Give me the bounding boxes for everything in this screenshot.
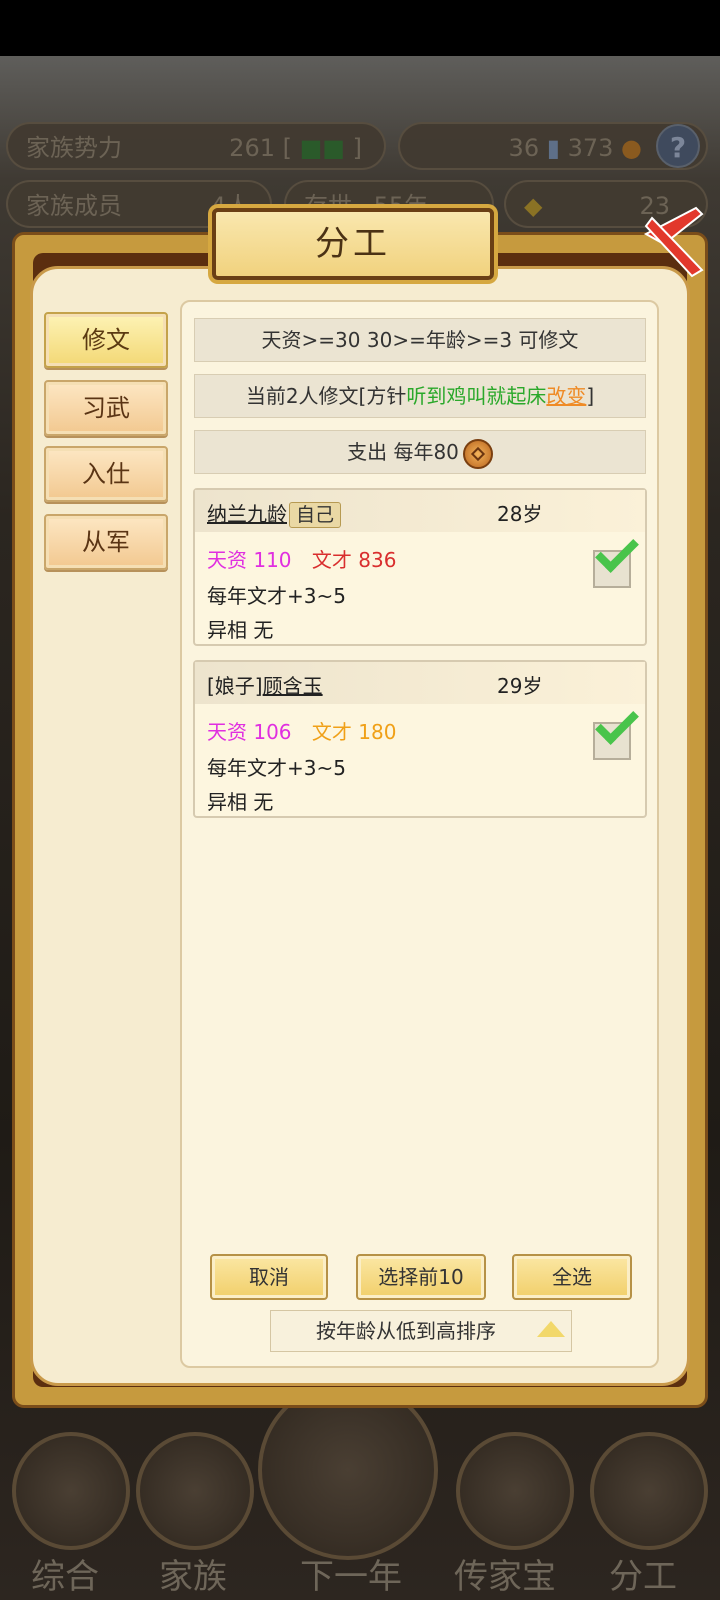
- cancel-button[interactable]: 取消: [210, 1254, 328, 1300]
- check-icon: [595, 701, 639, 745]
- stat-row: 天资 110 文才 836: [207, 544, 396, 573]
- nav-label-assign[interactable]: 分工: [578, 1549, 708, 1598]
- member-name-text[interactable]: 顾含玉: [263, 674, 323, 698]
- member-name-text[interactable]: 纳兰九龄: [207, 502, 287, 526]
- stat-row: 天资 106 文才 180: [207, 716, 396, 745]
- power-value: 261 [ ■■ ]: [229, 134, 362, 162]
- check-icon: [595, 529, 639, 573]
- nav-label-general[interactable]: 综合: [0, 1549, 130, 1598]
- talent-label: 天资: [207, 548, 247, 572]
- tab-rushi[interactable]: 入仕: [44, 446, 168, 502]
- sort-toggle[interactable]: 按年龄从低到高排序: [270, 1310, 572, 1352]
- close-x-icon[interactable]: [642, 204, 706, 278]
- current-policy-bar: 当前2人修文[方针听到鸡叫就起床改变]: [194, 374, 646, 418]
- power-bar: 家族势力 261 [ ■■ ]: [6, 122, 386, 170]
- trait: 异相 无: [207, 618, 274, 642]
- tab-congjun[interactable]: 从军: [44, 514, 168, 570]
- bottom-nav: 综合 家族 下一年 传家宝 分工: [0, 1380, 720, 1600]
- nav-label-next-year[interactable]: 下一年: [276, 1549, 426, 1598]
- coin-icon: [462, 438, 493, 469]
- lit-label: 文才: [311, 548, 352, 572]
- tab-label: 习武: [82, 394, 130, 422]
- talent-label: 天资: [207, 720, 247, 744]
- select-top10-button[interactable]: 选择前10: [356, 1254, 486, 1300]
- tab-label: 入仕: [82, 460, 130, 488]
- nav-scroll-icon[interactable]: [12, 1432, 130, 1550]
- self-badge: 自己: [289, 502, 342, 528]
- talent-value: 106: [253, 720, 292, 744]
- power-label: 家族势力: [26, 134, 122, 162]
- member-name[interactable]: [娘子]顾含玉: [207, 670, 323, 699]
- ink-icon: ▮: [546, 134, 560, 162]
- cancel-label: 取消: [249, 1265, 289, 1289]
- tab-label: 修文: [82, 326, 130, 354]
- tab-xiuwen[interactable]: 修文: [44, 312, 168, 368]
- select-all-button[interactable]: 全选: [512, 1254, 632, 1300]
- select-checkbox[interactable]: [593, 701, 639, 760]
- lit-value: 180: [358, 720, 397, 744]
- select-top10-label: 选择前10: [378, 1265, 464, 1289]
- nav-house-icon[interactable]: [136, 1432, 254, 1550]
- lit-value: 836: [358, 548, 397, 572]
- member-name[interactable]: 纳兰九龄 自己: [207, 498, 342, 528]
- requirement-bar: 天资>=30 30>=年龄>=3 可修文: [194, 318, 646, 362]
- current-suffix: ]: [586, 384, 595, 408]
- nav-person-icon[interactable]: [590, 1432, 708, 1550]
- cost-text: 支出 每年80: [347, 440, 459, 464]
- nav-treasure-icon[interactable]: [456, 1432, 574, 1550]
- member-card[interactable]: [娘子]顾含玉 29岁 天资 106 文才 180 每年文才+3~5 异相 无: [193, 660, 647, 818]
- yearly-gain: 每年文才+3~5: [207, 756, 346, 780]
- nav-label-family[interactable]: 家族: [128, 1549, 258, 1598]
- tab-label: 从军: [82, 528, 130, 556]
- sort-label: 按年龄从低到高排序: [316, 1319, 496, 1343]
- lit-label: 文才: [311, 720, 352, 744]
- members-label: 家族成员: [26, 192, 122, 220]
- gold-ingot-icon: ◆: [524, 192, 543, 220]
- select-checkbox[interactable]: [593, 529, 639, 588]
- policy-text: 听到鸡叫就起床: [406, 384, 547, 408]
- dialog-title: 分工: [315, 224, 391, 264]
- member-age: 28岁: [497, 502, 543, 526]
- yearly-gain: 每年文才+3~5: [207, 584, 346, 608]
- member-card[interactable]: 纳兰九龄 自己 28岁 天资 110 文才 836 每年文才+3~5 异相 无: [193, 488, 647, 646]
- talent-value: 110: [253, 548, 292, 572]
- member-title: [娘子]: [207, 674, 263, 698]
- dialog-title-plate: 分工: [212, 208, 494, 280]
- requirement-text: 天资>=30 30>=年龄>=3 可修文: [261, 328, 579, 352]
- tab-xiwu[interactable]: 习武: [44, 380, 168, 436]
- sort-up-arrow-icon: [537, 1321, 565, 1337]
- cost-bar: 支出 每年80: [194, 430, 646, 474]
- change-policy-link[interactable]: 改变: [546, 384, 586, 408]
- current-prefix: 当前2人修文[方针: [245, 384, 407, 408]
- coin-icon: ●: [621, 134, 642, 162]
- resource-values: 36 ▮ 373 ●: [508, 134, 642, 162]
- trait: 异相 无: [207, 790, 274, 814]
- select-all-label: 全选: [552, 1265, 592, 1289]
- member-age: 29岁: [497, 674, 543, 698]
- question-icon[interactable]: ?: [656, 124, 700, 168]
- nav-label-heirloom[interactable]: 传家宝: [440, 1549, 570, 1598]
